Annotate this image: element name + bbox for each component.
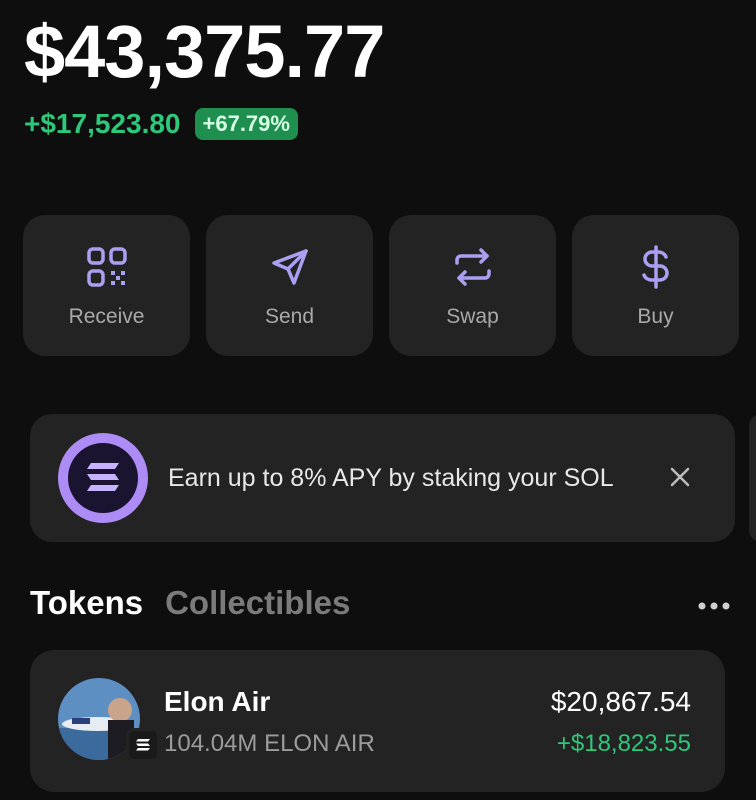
action-buttons: Receive Send Swap Buy <box>23 215 739 356</box>
swap-label: Swap <box>446 304 499 328</box>
receive-button[interactable]: Receive <box>23 215 190 356</box>
send-label: Send <box>264 304 315 328</box>
token-row[interactable]: Elon Air 104.04M ELON AIR $20,867.54 +$1… <box>30 650 725 792</box>
portfolio-balance: $43,375.77 <box>24 10 385 93</box>
token-amount: 104.04M ELON AIR <box>164 730 375 757</box>
portfolio-change: +$17,523.80 +67.79% <box>24 108 298 140</box>
tab-tokens[interactable]: Tokens <box>30 584 143 622</box>
next-promo-card[interactable] <box>749 414 756 542</box>
change-percent-badge: +67.79% <box>194 108 298 140</box>
buy-button[interactable]: Buy <box>572 215 739 356</box>
token-value: $20,867.54 <box>550 686 691 717</box>
solana-logo-icon <box>58 433 148 523</box>
swap-button[interactable]: Swap <box>389 215 556 356</box>
close-icon[interactable] <box>665 462 695 492</box>
buy-label: Buy <box>637 304 674 328</box>
more-options-icon[interactable] <box>694 598 734 614</box>
send-button[interactable]: Send <box>206 215 373 356</box>
promo-text: Earn up to 8% APY by staking your SOL <box>168 464 614 492</box>
tab-collectibles[interactable]: Collectibles <box>165 584 350 622</box>
token-pnl: +$18,823.55 <box>556 730 691 757</box>
swap-icon <box>454 247 491 286</box>
asset-tabs: Tokens Collectibles <box>30 584 350 622</box>
staking-promo-banner[interactable]: Earn up to 8% APY by staking your SOL <box>30 414 735 542</box>
receive-label: Receive <box>68 304 145 328</box>
change-amount: +$17,523.80 <box>24 108 181 139</box>
send-icon <box>271 248 308 285</box>
token-name: Elon Air <box>164 686 271 717</box>
dollar-icon <box>641 244 669 289</box>
qr-code-icon <box>86 246 127 287</box>
chain-badge-icon <box>126 728 160 762</box>
